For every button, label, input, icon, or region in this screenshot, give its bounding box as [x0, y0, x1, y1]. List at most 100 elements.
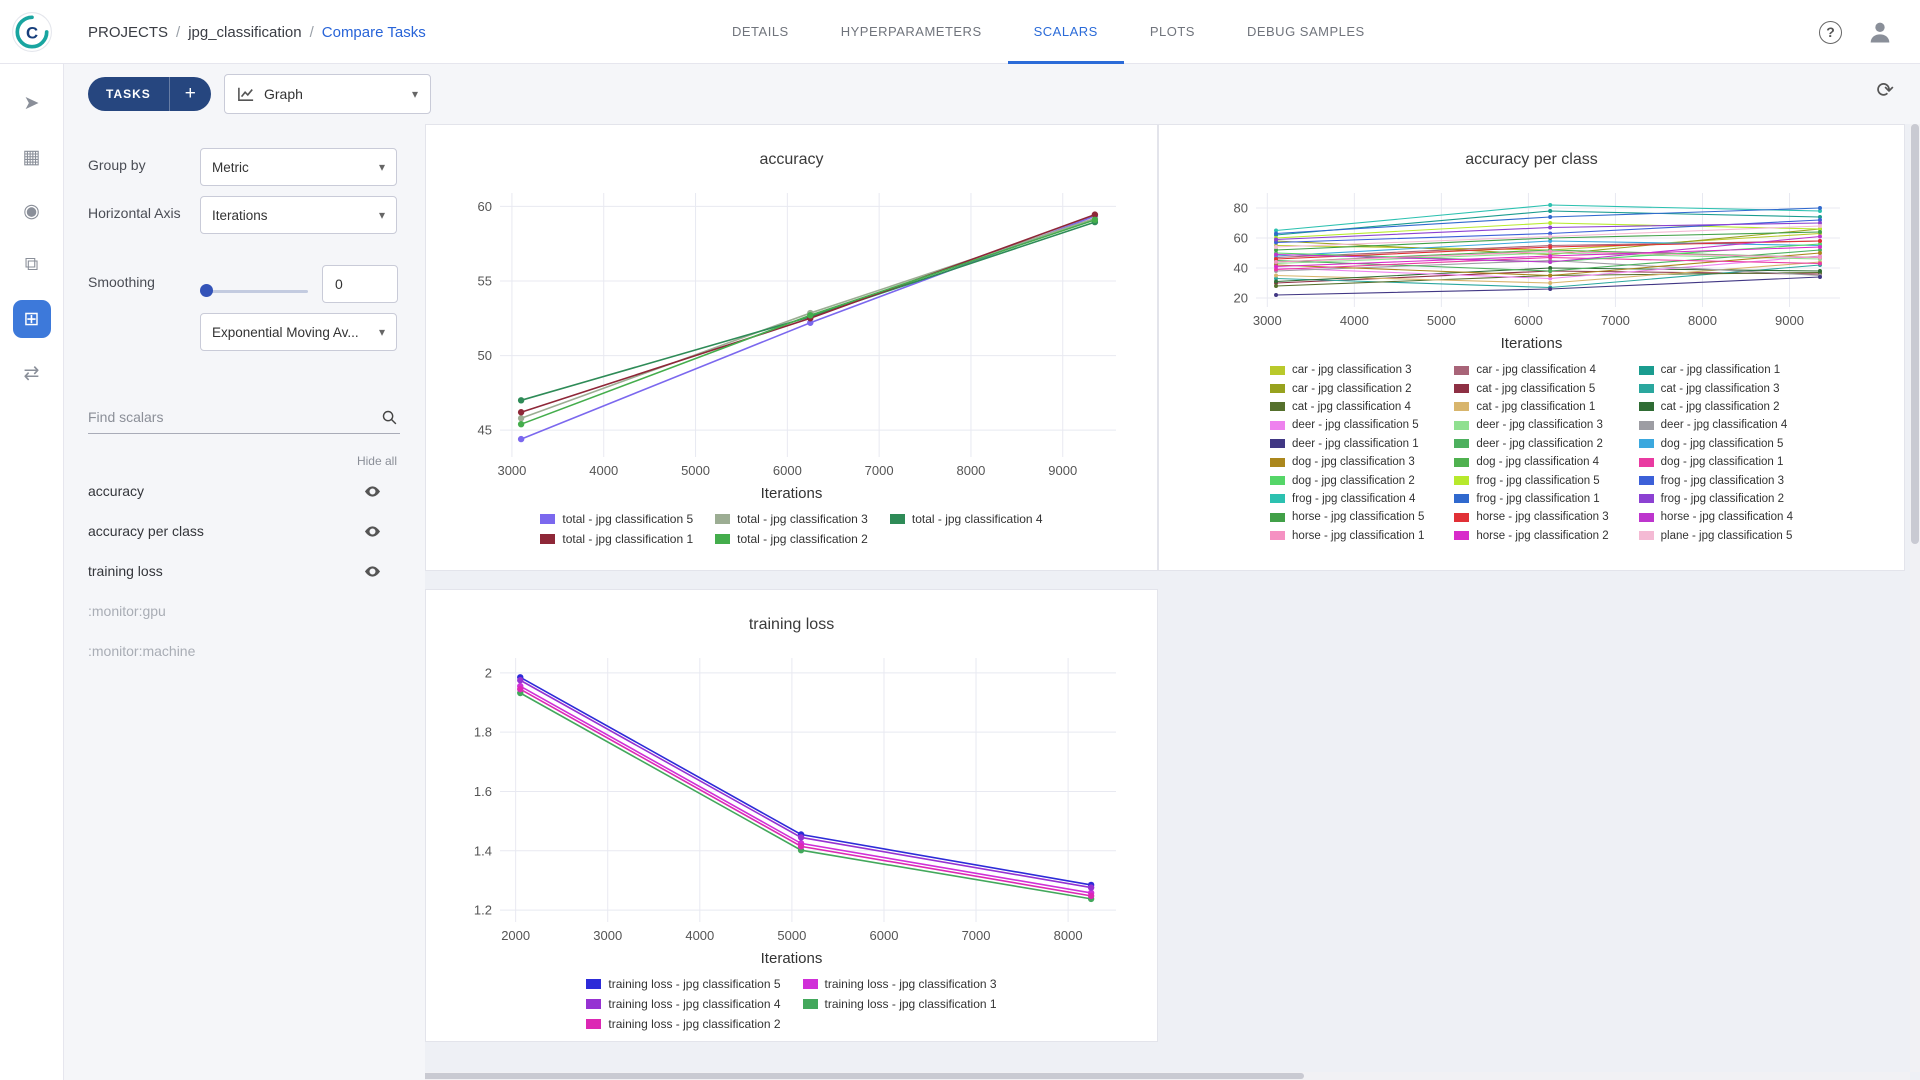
series-point[interactable] — [1274, 265, 1278, 269]
tab-plots[interactable]: PLOTS — [1124, 0, 1221, 64]
smoothing-type-dropdown[interactable]: Exponential Moving Av... ▾ — [200, 313, 397, 351]
legend-item[interactable]: total - jpg classification 1 — [540, 532, 693, 546]
metric-item-monitor-gpu[interactable]: :monitor:gpu — [64, 591, 425, 631]
series-point[interactable] — [1274, 284, 1278, 288]
series-point[interactable] — [1817, 230, 1821, 234]
series-point[interactable] — [1274, 232, 1278, 236]
legend-item[interactable]: cat - jpg classification 3 — [1639, 382, 1793, 394]
hide-all-link[interactable]: Hide all — [357, 454, 397, 468]
legend-item[interactable]: cat - jpg classification 1 — [1454, 401, 1608, 413]
legend-item[interactable]: car - jpg classification 2 — [1270, 382, 1424, 394]
smoothing-value-input[interactable] — [322, 265, 398, 303]
legend-item[interactable]: horse - jpg classification 2 — [1454, 530, 1608, 542]
legend-item[interactable]: cat - jpg classification 4 — [1270, 401, 1424, 413]
series-point[interactable] — [1274, 238, 1278, 242]
series-point[interactable] — [1817, 269, 1821, 273]
legend-item[interactable]: deer - jpg classification 5 — [1270, 419, 1424, 431]
series-point[interactable] — [1817, 251, 1821, 255]
chart-canvas-accuracy[interactable]: 300040005000600070008000900045505560 — [452, 183, 1132, 483]
auto-refresh-icon[interactable]: ⟳ — [1876, 80, 1894, 101]
group-by-dropdown[interactable]: Metric ▾ — [200, 148, 397, 186]
eye-visibility-icon[interactable] — [363, 562, 382, 581]
tab-scalars[interactable]: SCALARS — [1008, 0, 1124, 64]
series-point[interactable] — [517, 421, 523, 427]
legend-item[interactable]: training loss - jpg classification 4 — [586, 997, 780, 1011]
series-point[interactable] — [1087, 893, 1093, 899]
series-point[interactable] — [517, 409, 523, 415]
legend-item[interactable]: frog - jpg classification 4 — [1270, 493, 1424, 505]
legend-item[interactable]: car - jpg classification 4 — [1454, 364, 1608, 376]
legend-item[interactable]: car - jpg classification 3 — [1270, 364, 1424, 376]
series-point[interactable] — [1817, 224, 1821, 228]
legend-item[interactable]: dog - jpg classification 1 — [1639, 456, 1793, 468]
series-point[interactable] — [1548, 226, 1552, 230]
legend-item[interactable]: dog - jpg classification 5 — [1639, 438, 1793, 450]
legend-item[interactable]: horse - jpg classification 3 — [1454, 511, 1608, 523]
series-point[interactable] — [1548, 260, 1552, 264]
smoothing-slider[interactable] — [200, 284, 308, 298]
series-point[interactable] — [1548, 203, 1552, 207]
series-point[interactable] — [517, 415, 523, 421]
series-point[interactable] — [797, 834, 803, 840]
legend-item[interactable]: training loss - jpg classification 1 — [803, 997, 997, 1011]
series-point[interactable] — [517, 436, 523, 442]
series-point[interactable] — [1548, 281, 1552, 285]
series-point[interactable] — [1091, 217, 1097, 223]
help-icon[interactable]: ? — [1819, 21, 1842, 44]
vertical-scrollbar[interactable] — [1910, 64, 1920, 1072]
tab-hyperparameters[interactable]: HYPERPARAMETERS — [815, 0, 1008, 64]
scrollbar-thumb[interactable] — [1911, 124, 1919, 544]
legend-item[interactable]: training loss - jpg classification 5 — [586, 977, 780, 991]
legend-item[interactable]: deer - jpg classification 3 — [1454, 419, 1608, 431]
breadcrumb-page[interactable]: Compare Tasks — [322, 24, 426, 41]
nav-icon-pipelines-active[interactable]: ⊞ — [13, 300, 51, 338]
series-point[interactable] — [1274, 245, 1278, 249]
series-point[interactable] — [1817, 235, 1821, 239]
legend-item[interactable]: frog - jpg classification 2 — [1639, 493, 1793, 505]
legend-item[interactable]: cat - jpg classification 2 — [1639, 401, 1793, 413]
add-task-button[interactable]: + — [169, 77, 211, 111]
series-point[interactable] — [1548, 245, 1552, 249]
metric-item-accuracy-per-class[interactable]: accuracy per class — [64, 511, 425, 551]
series-point[interactable] — [1548, 269, 1552, 273]
nav-icon-reports[interactable]: ⇄ — [13, 354, 51, 392]
legend-item[interactable]: training loss - jpg classification 3 — [803, 977, 997, 991]
series-point[interactable] — [1817, 262, 1821, 266]
legend-item[interactable]: deer - jpg classification 1 — [1270, 438, 1424, 450]
series-point[interactable] — [807, 312, 813, 318]
legend-item[interactable]: deer - jpg classification 4 — [1639, 419, 1793, 431]
legend-item[interactable]: horse - jpg classification 4 — [1639, 511, 1793, 523]
nav-icon-workers[interactable]: ◉ — [13, 192, 51, 230]
series-point[interactable] — [517, 686, 523, 692]
search-icon[interactable] — [381, 409, 398, 431]
legend-item[interactable]: deer - jpg classification 2 — [1454, 438, 1608, 450]
legend-item[interactable]: dog - jpg classification 2 — [1270, 474, 1424, 486]
series-point[interactable] — [1817, 275, 1821, 279]
user-avatar-icon[interactable] — [1866, 18, 1894, 46]
tasks-button[interactable]: TASKS — [88, 77, 169, 111]
series-point[interactable] — [1548, 250, 1552, 254]
series-point[interactable] — [1274, 293, 1278, 297]
tab-debug-samples[interactable]: DEBUG SAMPLES — [1221, 0, 1391, 64]
legend-item[interactable]: car - jpg classification 1 — [1639, 364, 1793, 376]
series-point[interactable] — [1817, 256, 1821, 260]
series-point[interactable] — [1548, 235, 1552, 239]
legend-item[interactable]: horse - jpg classification 5 — [1270, 511, 1424, 523]
series-point[interactable] — [1548, 215, 1552, 219]
view-mode-dropdown[interactable]: Graph ▾ — [224, 74, 431, 114]
eye-visibility-icon[interactable] — [363, 522, 382, 541]
legend-item[interactable]: dog - jpg classification 4 — [1454, 456, 1608, 468]
legend-item[interactable]: total - jpg classification 5 — [540, 512, 693, 526]
legend-item[interactable]: total - jpg classification 3 — [715, 512, 868, 526]
series-point[interactable] — [1274, 260, 1278, 264]
legend-item[interactable]: total - jpg classification 2 — [715, 532, 868, 546]
chart-canvas-training-loss[interactable]: 20003000400050006000700080001.21.41.61.8… — [452, 648, 1132, 948]
breadcrumb-project[interactable]: jpg_classification — [188, 24, 301, 41]
slider-knob[interactable] — [200, 284, 213, 297]
series-point[interactable] — [1548, 209, 1552, 213]
metric-item-monitor-machine[interactable]: :monitor:machine — [64, 631, 425, 671]
metric-item-training-loss[interactable]: training loss — [64, 551, 425, 591]
series-point[interactable] — [1548, 254, 1552, 258]
series-point[interactable] — [517, 397, 523, 403]
series-point[interactable] — [1548, 221, 1552, 225]
